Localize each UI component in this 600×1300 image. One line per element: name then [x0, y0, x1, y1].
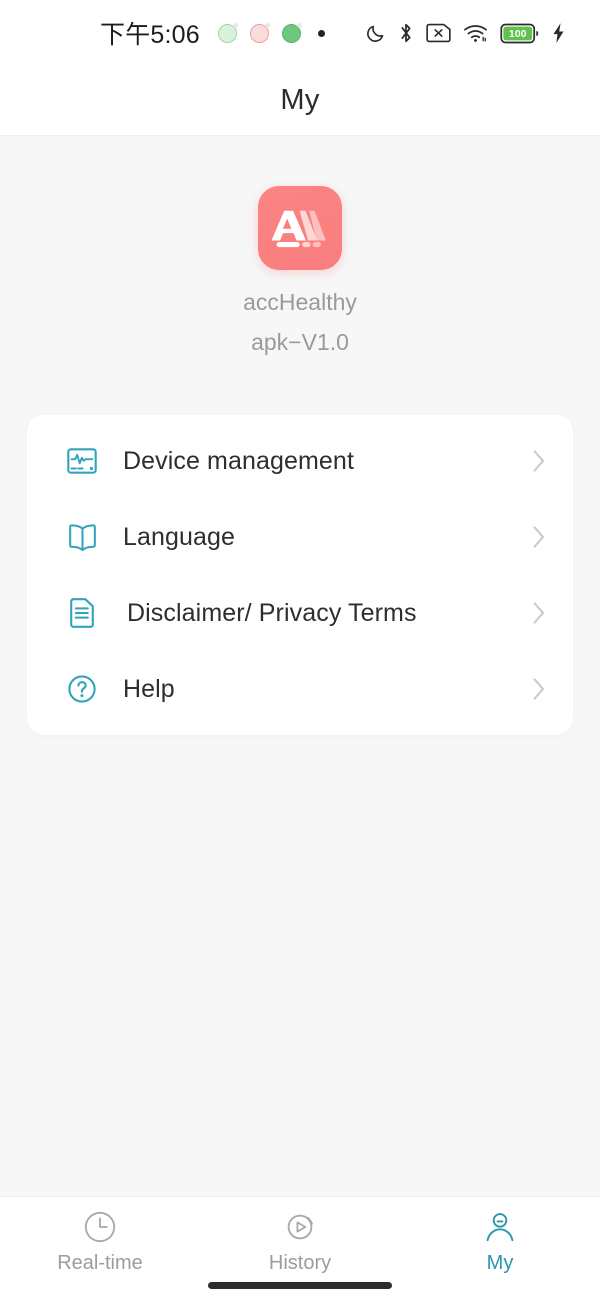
menu-item-device-management[interactable]: Device management: [27, 423, 573, 499]
chevron-right-icon: [527, 601, 551, 625]
app-version: apk−V1.0: [251, 329, 349, 355]
nav-tab-label: History: [268, 1252, 332, 1274]
app-badge-green-icon: [217, 22, 238, 43]
bottom-navigation-bar: Real-time History My: [0, 1196, 600, 1300]
status-bar-right: 100: [365, 22, 572, 44]
charging-bolt-icon: [551, 22, 566, 44]
bluetooth-icon: [398, 22, 414, 44]
menu-item-label: Language: [123, 522, 236, 551]
battery-icon: 100: [500, 23, 539, 44]
settings-menu-card: Device management Language Disclaimer/ P…: [27, 415, 573, 735]
menu-item-label: Device management: [123, 446, 354, 475]
phone-screen: 下午5:06 100 My accHealthy apk−V1.0 Device…: [0, 0, 600, 1300]
clock-icon: [84, 1210, 116, 1244]
nav-tab-label: Real-time: [57, 1252, 143, 1274]
nav-tab-label: My: [486, 1252, 514, 1274]
menu-item-label: Help: [123, 674, 175, 703]
no-sim-card-icon: [426, 23, 451, 43]
menu-item-help[interactable]: Help: [27, 651, 573, 727]
document-lines-icon: [65, 596, 99, 630]
monitor-ecg-icon: [65, 444, 99, 478]
page-header: My: [0, 66, 600, 136]
status-bar-left: 下午5:06: [100, 15, 325, 51]
notification-dot-icon: [317, 29, 325, 37]
wifi-icon: [463, 23, 488, 43]
acchealthy-app-logo-icon: [258, 186, 342, 270]
status-bar: 下午5:06 100: [0, 0, 600, 66]
app-info-block: accHealthy apk−V1.0: [0, 186, 600, 356]
question-circle-icon: [65, 672, 99, 706]
status-bar-clock: 下午5:06: [100, 21, 200, 49]
status-bar-notification-icons: [217, 22, 325, 43]
app-badge-pink-icon: [249, 22, 270, 43]
chevron-right-icon: [527, 525, 551, 549]
menu-item-disclaimer-privacy-terms[interactable]: Disclaimer/ Privacy Terms: [27, 575, 573, 651]
battery-percent-text: 100: [509, 28, 527, 40]
chevron-right-icon: [527, 449, 551, 473]
page-title: My: [280, 84, 320, 116]
person-icon: [484, 1210, 516, 1244]
chevron-right-icon: [527, 677, 551, 701]
app-name: accHealthy: [243, 289, 357, 315]
nav-tab-my[interactable]: My: [400, 1197, 600, 1300]
do-not-disturb-moon-icon: [365, 23, 386, 44]
open-book-icon: [65, 520, 99, 554]
home-indicator[interactable]: [208, 1282, 392, 1289]
play-circle-icon: [284, 1210, 316, 1244]
app-badge-green-filled-icon: [281, 22, 302, 43]
page-content: accHealthy apk−V1.0 Device management La…: [0, 136, 600, 1196]
nav-tab-real-time[interactable]: Real-time: [0, 1197, 200, 1300]
menu-item-language[interactable]: Language: [27, 499, 573, 575]
menu-item-label: Disclaimer/ Privacy Terms: [127, 598, 417, 627]
